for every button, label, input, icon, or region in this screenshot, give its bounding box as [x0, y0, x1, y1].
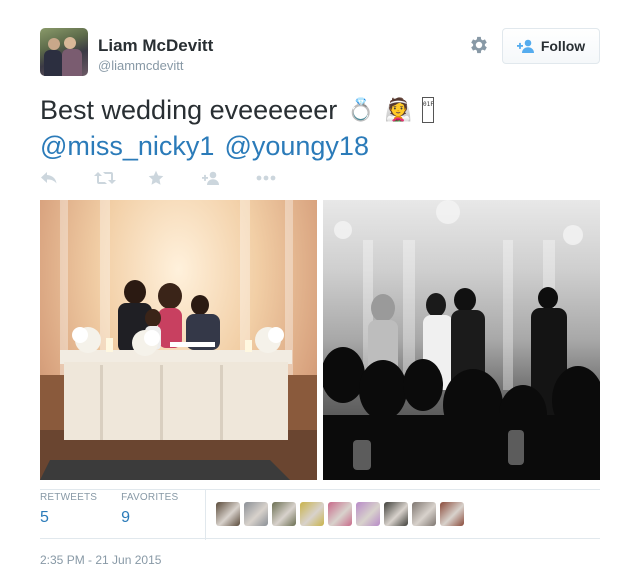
favoriter-avatar[interactable]: [356, 502, 380, 526]
follow-button[interactable]: Follow: [502, 28, 600, 64]
favoriter-avatar[interactable]: [300, 502, 324, 526]
more-icon: [256, 175, 276, 181]
favoriter-avatars: [216, 502, 464, 526]
user-avatar[interactable]: [40, 28, 88, 76]
avatar-person: [64, 37, 76, 49]
favoriter-avatar[interactable]: [272, 502, 296, 526]
favorite-button[interactable]: [148, 168, 202, 188]
retweets-stat[interactable]: RETWEETS 5: [40, 492, 97, 527]
tweet-actions: [40, 168, 310, 188]
tweet-timestamp[interactable]: 2:35 PM - 21 Jun 2015: [40, 553, 161, 567]
missing-glyph-icon: 01F3FC: [422, 97, 435, 123]
favoriter-avatar[interactable]: [384, 502, 408, 526]
reply-icon: [41, 172, 57, 184]
favoriter-avatar[interactable]: [216, 502, 240, 526]
follow-button-label: Follow: [540, 38, 586, 54]
retweets-count: 5: [40, 509, 49, 526]
wedding-kiss-illustration: [323, 200, 600, 480]
retweet-button[interactable]: [94, 168, 148, 188]
favorites-label: FAVORITES: [121, 492, 179, 503]
retweet-icon: [94, 172, 116, 184]
favorite-icon: [148, 170, 164, 185]
more-button[interactable]: [256, 168, 310, 188]
ring-emoji: 💍: [347, 97, 375, 122]
favoriter-avatar[interactable]: [412, 502, 436, 526]
user-display-name[interactable]: Liam McDevitt: [98, 36, 213, 56]
gear-icon[interactable]: [468, 34, 490, 56]
bride-emoji: 👰: [384, 97, 413, 122]
favorites-stat[interactable]: FAVORITES 9: [121, 492, 178, 527]
favoriter-avatar[interactable]: [440, 502, 464, 526]
follow-user-button[interactable]: [202, 168, 256, 188]
user-handle[interactable]: @liammcdevitt: [98, 58, 183, 73]
retweets-label: RETWEETS: [40, 492, 98, 503]
tweet-text: Best wedding eveeeeeer 💍 👰 01F3FC @miss_…: [40, 92, 600, 164]
avatar-body: [44, 50, 62, 76]
wedding-table-illustration: [40, 200, 317, 480]
tweet-body: Best wedding eveeeeeer: [40, 95, 338, 125]
stats-divider: [205, 490, 206, 540]
tweet-stats: RETWEETS 5 FAVORITES 9: [40, 492, 202, 527]
mention-link[interactable]: @miss_nicky1: [40, 128, 214, 164]
favoriter-avatar[interactable]: [328, 502, 352, 526]
wedding-photo-table[interactable]: [40, 200, 317, 480]
divider: [40, 489, 600, 490]
avatar-body: [62, 49, 82, 76]
tweet-line-2: @miss_nicky1 @youngy18: [40, 128, 600, 164]
add-user-icon: [516, 39, 534, 53]
tweet-line-1: Best wedding eveeeeeer 💍 👰 01F3FC: [40, 92, 600, 128]
divider: [40, 538, 600, 539]
reply-button[interactable]: [40, 168, 94, 188]
avatar-person: [48, 38, 60, 50]
favorites-count: 9: [121, 509, 131, 526]
mention-link[interactable]: @youngy18: [224, 128, 369, 164]
wedding-photo-kiss[interactable]: [323, 200, 600, 480]
follow-icon: [202, 171, 219, 185]
favoriter-avatar[interactable]: [244, 502, 268, 526]
